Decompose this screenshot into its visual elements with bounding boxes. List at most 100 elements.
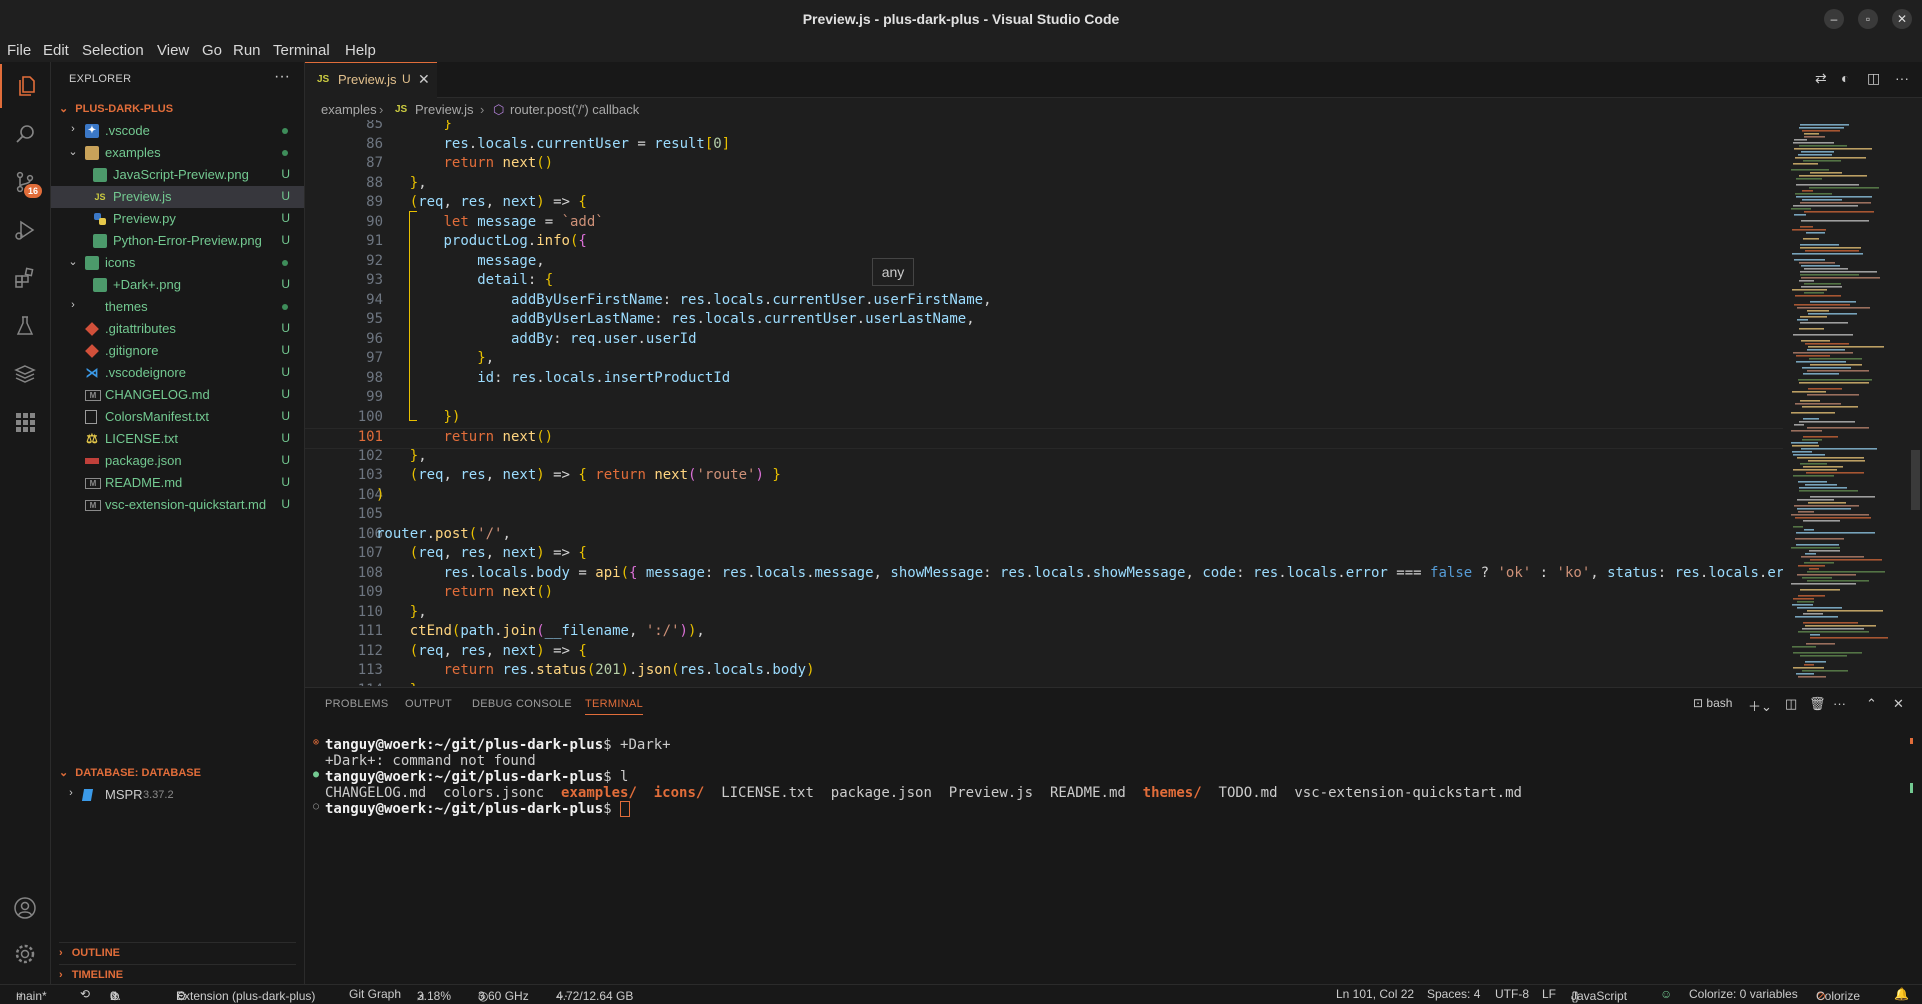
code-line[interactable]: 86 res.locals.currentUser = result[0]: [305, 136, 1783, 155]
code-line[interactable]: 99: [305, 389, 1783, 408]
code-line[interactable]: 85 }: [305, 120, 1783, 135]
code-line[interactable]: 110 },: [305, 604, 1783, 623]
code-line[interactable]: 109 return next(): [305, 584, 1783, 603]
editor-more-icon[interactable]: ···: [1895, 70, 1909, 86]
breadcrumb-symbol[interactable]: router.post('/') callback: [510, 102, 639, 117]
code-line[interactable]: 96 addBy: req.user.userId: [305, 331, 1783, 350]
git-graph-button[interactable]: Git Graph: [349, 987, 401, 1001]
code-line[interactable]: 93 detail: {: [305, 272, 1783, 291]
tree-item-file[interactable]: M vsc-extension-quickstart.md U: [51, 494, 304, 516]
source-control-activity[interactable]: 16: [0, 160, 50, 204]
tree-item-file[interactable]: M README.md U: [51, 472, 304, 494]
minimize-button[interactable]: –: [1824, 9, 1844, 29]
cursor-position[interactable]: Ln 101, Col 22: [1336, 987, 1414, 1001]
tree-item-vscode-folder[interactable]: › ✦ .vscode: [51, 120, 304, 142]
code-line[interactable]: 113 return res.status(201).json(res.loca…: [305, 662, 1783, 681]
code-line[interactable]: 107 (req, res, next) => {: [305, 545, 1783, 564]
scrollbar-thumb[interactable]: [1911, 450, 1920, 510]
code-line[interactable]: 94 addByUserFirstName: res.locals.curren…: [305, 292, 1783, 311]
tab-preview-js[interactable]: JS Preview.js U ✕: [305, 62, 437, 98]
menu-edit[interactable]: Edit: [43, 42, 69, 59]
code-line[interactable]: 106 router.post('/',: [305, 526, 1783, 545]
tree-item-file[interactable]: Python-Error-Preview.png U: [51, 230, 304, 252]
tree-item-file[interactable]: ColorsManifest.txt U: [51, 406, 304, 428]
database-item-mspr[interactable]: › MSPR 3.37.2: [51, 784, 304, 806]
breadcrumb-folder[interactable]: examples: [321, 102, 377, 117]
tree-item-themes-folder[interactable]: › themes: [51, 296, 304, 318]
tab-problems[interactable]: PROBLEMS: [325, 698, 389, 710]
code-line[interactable]: 100 }): [305, 409, 1783, 428]
code-line[interactable]: 101 return next(): [305, 428, 1783, 449]
split-editor-icon[interactable]: ◫: [1867, 70, 1880, 87]
code-line[interactable]: 112 (req, res, next) => {: [305, 643, 1783, 662]
encoding[interactable]: UTF-8: [1495, 987, 1529, 1001]
close-window-button[interactable]: ✕: [1892, 9, 1912, 29]
tree-item-file[interactable]: +Dark+.png U: [51, 274, 304, 296]
split-terminal-icon[interactable]: ◫: [1785, 696, 1797, 712]
code-line[interactable]: 108 res.locals.body = api({ message: res…: [305, 565, 1783, 584]
tree-item-file[interactable]: Preview.py U: [51, 208, 304, 230]
more-actions-icon[interactable]: ···: [274, 68, 290, 86]
outline-section-header[interactable]: › OUTLINE: [59, 942, 296, 959]
tree-item-file-selected[interactable]: JS Preview.js U: [51, 186, 304, 208]
sync-icon[interactable]: ⟲: [80, 987, 90, 1001]
code-line[interactable]: 95 addByUserLastName: res.locals.current…: [305, 311, 1783, 330]
code-editor[interactable]: 85 } 86 res.locals.currentUser = result[0…: [305, 120, 1783, 686]
terminal-line[interactable]: ○ tanguy@woerk:~/git/plus-dark-plus$: [313, 801, 631, 817]
terminal-shell-selector[interactable]: ⊡ bash: [1693, 696, 1732, 710]
panel-more-icon[interactable]: ···: [1833, 696, 1846, 711]
tab-output[interactable]: OUTPUT: [405, 698, 452, 710]
apps-activity[interactable]: [0, 400, 50, 444]
tree-item-icons-folder[interactable]: ⌄ icons: [51, 252, 304, 274]
code-line[interactable]: 91 productLog.info({: [305, 233, 1783, 252]
close-panel-icon[interactable]: ✕: [1893, 696, 1904, 712]
end-of-line[interactable]: LF: [1542, 987, 1556, 1001]
tree-item-file[interactable]: JavaScript-Preview.png U: [51, 164, 304, 186]
database-section-header[interactable]: ⌄ DATABASE: DATABASE: [59, 766, 201, 779]
tree-item-file[interactable]: ⋊ .vscodeignore U: [51, 362, 304, 384]
indentation[interactable]: Spaces: 4: [1427, 987, 1480, 1001]
breadcrumb-file[interactable]: Preview.js: [415, 102, 474, 117]
menu-view[interactable]: View: [157, 42, 189, 59]
code-line[interactable]: 98 id: res.locals.insertProductId: [305, 370, 1783, 389]
manage-activity[interactable]: [0, 932, 50, 976]
minimap[interactable]: [1783, 120, 1909, 686]
tree-item-file[interactable]: package.json U: [51, 450, 304, 472]
run-debug-activity[interactable]: [0, 208, 50, 252]
code-line[interactable]: 88 },: [305, 175, 1783, 194]
code-line[interactable]: 114 }: [305, 682, 1783, 687]
workspace-root[interactable]: ⌄ PLUS-DARK-PLUS: [59, 102, 173, 115]
menu-go[interactable]: Go: [202, 42, 222, 59]
code-line[interactable]: 90 let message = `add`: [305, 214, 1783, 233]
tree-item-file[interactable]: M CHANGELOG.md U: [51, 384, 304, 406]
tab-debug-console[interactable]: DEBUG CONSOLE: [472, 698, 572, 710]
accounts-activity[interactable]: [0, 886, 50, 930]
tree-item-file[interactable]: ⚖ LICENSE.txt U: [51, 428, 304, 450]
notifications-bell-icon[interactable]: 🔔: [1894, 987, 1909, 1001]
menu-help[interactable]: Help: [345, 42, 376, 59]
timeline-section-header[interactable]: › TIMELINE: [59, 964, 296, 981]
menu-file[interactable]: File: [7, 42, 31, 59]
testing-activity[interactable]: [0, 304, 50, 348]
maximize-panel-icon[interactable]: ⌃: [1866, 696, 1877, 712]
trash-icon[interactable]: 🗑: [1809, 696, 1826, 712]
explorer-activity[interactable]: [0, 64, 52, 108]
extensions-activity[interactable]: [0, 256, 50, 300]
menu-selection[interactable]: Selection: [82, 42, 144, 59]
code-line[interactable]: 97 },: [305, 350, 1783, 369]
open-changes-icon[interactable]: ⇄: [1815, 70, 1827, 87]
close-tab-icon[interactable]: ✕: [418, 71, 430, 88]
menu-run[interactable]: Run: [233, 42, 261, 59]
code-line[interactable]: 105: [305, 506, 1783, 525]
maximize-button[interactable]: ▫: [1858, 9, 1878, 29]
toggle-theme-icon[interactable]: ◐: [1841, 70, 1849, 86]
code-line[interactable]: 104): [305, 487, 1783, 506]
vertical-scrollbar[interactable]: [1909, 120, 1922, 686]
new-terminal-button[interactable]: ＋⌄: [1748, 696, 1772, 715]
menu-terminal[interactable]: Terminal: [273, 42, 330, 59]
tab-terminal[interactable]: TERMINAL: [585, 698, 644, 715]
search-activity[interactable]: [0, 112, 50, 156]
code-line[interactable]: 111 ctEnd(path.join(__filename, ':/')),: [305, 623, 1783, 642]
colorize-variables[interactable]: Colorize: 0 variables: [1689, 987, 1798, 1001]
copilot-icon[interactable]: ☺: [1660, 987, 1672, 1001]
